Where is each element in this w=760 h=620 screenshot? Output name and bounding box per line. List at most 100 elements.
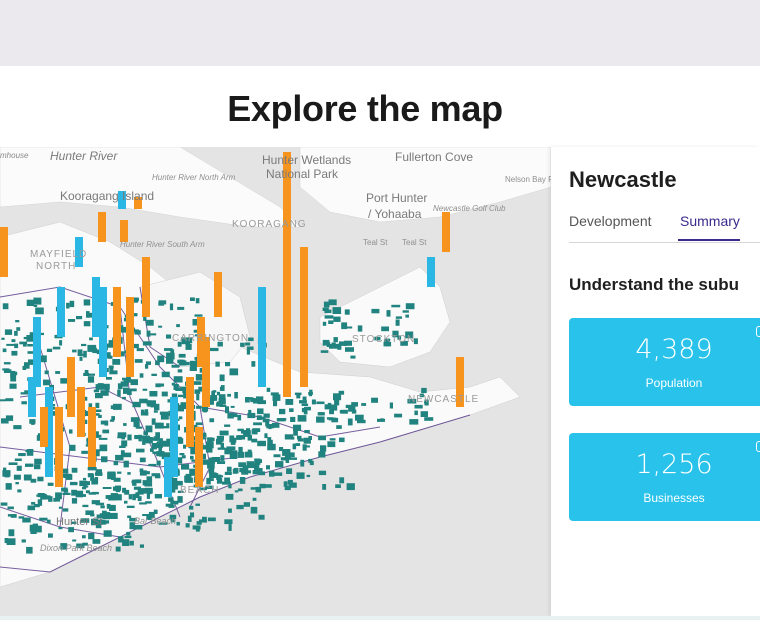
building — [140, 435, 150, 439]
building — [27, 344, 33, 347]
building — [355, 414, 364, 421]
building — [4, 538, 9, 544]
building — [148, 333, 157, 336]
building — [395, 319, 400, 326]
building — [16, 465, 22, 471]
building — [225, 406, 229, 414]
stat-card-businesses[interactable]: 1,256 Businesses — [569, 433, 760, 521]
suburb-title: Newcastle — [569, 167, 677, 192]
building — [166, 334, 172, 339]
building — [333, 337, 338, 343]
building — [243, 502, 250, 507]
building — [109, 512, 118, 519]
building — [117, 471, 122, 474]
building — [297, 415, 307, 422]
building — [239, 477, 246, 484]
building — [4, 329, 13, 335]
building — [177, 306, 185, 310]
building — [160, 412, 169, 420]
building — [328, 320, 334, 324]
building — [420, 411, 428, 417]
bar-column-orange — [0, 227, 8, 277]
building — [290, 416, 296, 422]
building — [71, 467, 78, 473]
building — [82, 535, 86, 539]
tab-development[interactable]: Development — [569, 213, 652, 229]
label-teal-st-1: Teal St — [363, 238, 388, 247]
building — [69, 300, 75, 308]
stat-card-population[interactable]: 4,389 Population — [569, 318, 760, 406]
building — [344, 340, 352, 346]
building — [139, 544, 144, 548]
building — [81, 450, 88, 454]
building — [83, 299, 91, 306]
building — [83, 485, 89, 488]
building — [62, 468, 69, 474]
building — [18, 453, 26, 457]
building — [90, 474, 94, 480]
building — [69, 444, 76, 451]
building — [144, 487, 153, 494]
bar-column-orange — [40, 407, 48, 447]
building — [156, 451, 165, 457]
building — [230, 405, 235, 408]
building — [161, 371, 170, 378]
building — [120, 450, 125, 456]
building — [309, 460, 314, 466]
building — [100, 505, 105, 509]
building — [81, 481, 90, 486]
building — [43, 495, 49, 498]
building — [339, 477, 345, 484]
building — [251, 429, 258, 435]
building — [34, 464, 41, 470]
building — [305, 445, 310, 448]
building — [102, 487, 112, 489]
building — [296, 393, 301, 399]
label-newcastle-golf-club: Newcastle Golf Club — [433, 204, 506, 213]
building — [171, 382, 176, 386]
building — [195, 503, 200, 506]
building — [394, 413, 403, 418]
building — [414, 410, 418, 416]
building — [136, 348, 144, 352]
building — [20, 392, 29, 395]
building — [195, 526, 200, 532]
building — [69, 429, 73, 434]
building — [148, 463, 157, 467]
building — [33, 304, 38, 307]
building — [421, 387, 427, 394]
suburb-panel: Newcastle Development Summary Understand… — [551, 147, 760, 616]
building — [154, 403, 160, 411]
building — [257, 408, 264, 415]
building — [83, 321, 91, 327]
label-yohaaba: / Yohaaba — [368, 207, 422, 221]
building — [55, 492, 62, 500]
building — [246, 346, 254, 350]
building — [30, 478, 37, 483]
building — [54, 498, 61, 502]
label-dixon-park-beach: Dixon Park Beach — [40, 543, 113, 553]
building — [8, 462, 18, 465]
building — [322, 484, 327, 490]
building — [132, 493, 136, 501]
map-view[interactable]: mhouse Hunter River Hunter Wetlands Nati… — [0, 147, 551, 616]
building — [324, 315, 334, 319]
building — [257, 440, 266, 447]
building — [333, 316, 341, 322]
tab-summary[interactable]: Summary — [680, 213, 740, 229]
building — [196, 405, 202, 409]
building — [3, 362, 11, 365]
building — [109, 370, 118, 375]
bar-column-blue — [33, 317, 41, 387]
building — [216, 391, 220, 396]
building — [199, 519, 207, 523]
building — [296, 472, 305, 479]
building — [190, 297, 195, 301]
building — [371, 397, 378, 403]
label-hunter-river: Hunter River — [50, 149, 118, 163]
bar-column-orange — [202, 337, 210, 407]
building — [127, 515, 132, 518]
building — [23, 343, 27, 347]
building — [154, 422, 164, 429]
bar-column-orange — [442, 212, 450, 252]
